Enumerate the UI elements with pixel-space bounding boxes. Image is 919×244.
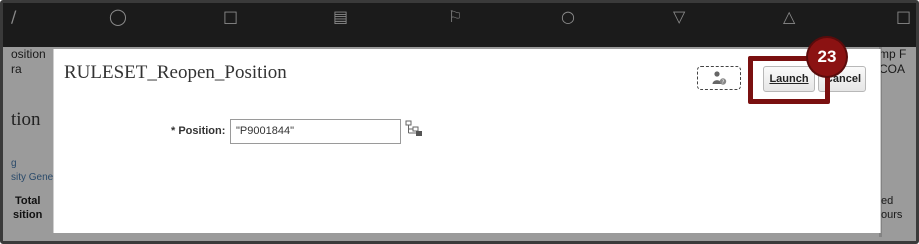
bg-column-header: sition [13,209,43,221]
user-help-icon-glyph: ? [712,71,727,86]
menu-fragment-icon: / [11,7,17,26]
bg-column-header: ours [881,209,903,221]
screenshot-frame: / ◯ □ ▤ ⚐ ○ ▽ △ □ osition ra tion g sity… [0,0,919,244]
hierarchy-icon[interactable] [405,120,423,145]
document-icon[interactable]: □ [896,7,911,26]
user-help-icon[interactable]: ? [697,66,741,90]
bg-column-header: Total [15,195,41,207]
shield-icon[interactable]: ▽ [673,7,685,26]
money-icon[interactable]: ○ [561,7,575,26]
dialog-title: RULESET_Reopen_Position [64,62,287,83]
bg-label: COA [879,62,906,76]
bg-heading: tion [11,109,41,130]
top-navigation-bar: / ◯ □ ▤ ⚐ ○ ▽ △ □ [3,3,916,47]
bg-label: mp F [879,47,907,61]
bg-link: g [11,158,17,169]
flag-icon[interactable]: ⚐ [448,7,462,26]
hierarchy-icon-glyph [405,120,422,136]
position-label: * Position: [171,125,226,137]
chart-icon[interactable]: △ [783,7,795,26]
step-number-badge: 23 [808,38,846,76]
list-icon[interactable]: ▤ [333,7,348,26]
person-icon[interactable]: ◯ [109,7,127,26]
svg-text:?: ? [722,80,725,86]
position-input[interactable]: "P9001844" [230,119,401,144]
bg-label: ra [11,62,22,76]
bg-label: osition [11,47,46,61]
bg-link: sity Gene [11,172,54,183]
bg-column-header: ed [881,195,894,207]
upload-icon[interactable]: □ [223,7,238,26]
